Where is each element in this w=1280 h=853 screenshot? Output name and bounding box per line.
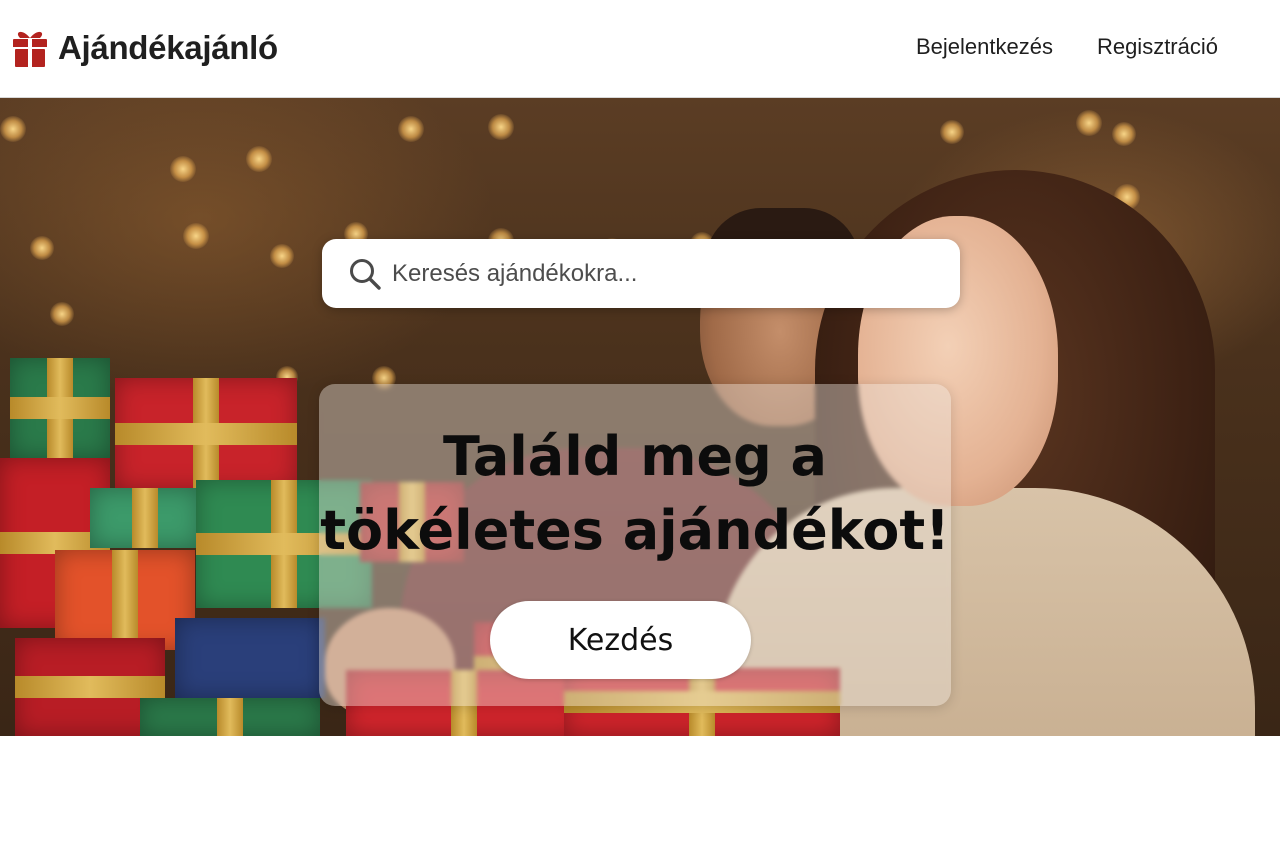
hero-section: Találd meg a tökéletes ajándékot! Kezdés [0,98,1280,736]
hero-headline-panel: Találd meg a tökéletes ajándékot! Kezdés [319,384,951,706]
search-icon[interactable] [348,257,382,291]
brand-logo-link[interactable]: Ajándékajánló [12,26,278,70]
search-bar [322,239,960,308]
hero-headline: Találd meg a tökéletes ajándékot! [319,420,951,568]
login-link[interactable]: Bejelentkezés [916,34,1053,60]
brand-name: Ajándékajánló [58,29,278,66]
search-input[interactable] [390,251,934,297]
gift-icon [12,28,48,68]
hero-headline-line2: tökéletes ajándékot! [320,499,950,562]
start-button[interactable]: Kezdés [490,601,751,679]
site-header: Ajándékajánló Bejelentkezés Regisztráció [0,0,1280,98]
page: Ajándékajánló Bejelentkezés Regisztráció [0,0,1280,853]
register-link[interactable]: Regisztráció [1097,34,1218,60]
top-nav: Bejelentkezés Regisztráció [916,34,1218,60]
hero-headline-line1: Találd meg a [442,425,827,488]
